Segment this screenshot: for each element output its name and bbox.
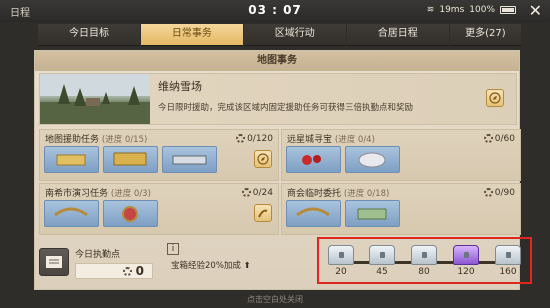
gear-icon (236, 134, 246, 143)
battery-icon (500, 6, 516, 14)
card-title: 南希市演习任务 (45, 189, 109, 199)
event-name: 维纳雪场 (158, 80, 202, 93)
chest-160[interactable]: 160 (492, 245, 524, 277)
gear-icon (122, 266, 132, 276)
chest-icon (495, 245, 521, 265)
chest-bonus-text: 宝箱经验20%加成 ⬆ (171, 261, 251, 271)
duty-points-label: 今日执勤点 (75, 250, 121, 260)
card-progress: (进度 0/15) (101, 135, 148, 145)
wifi-icon: ≋ (426, 5, 435, 15)
chest-icon (453, 245, 479, 265)
snowfield-thumbnail (40, 74, 150, 124)
card-count: 0/60 (494, 133, 515, 144)
duty-points: 今日执勤点 0 i (39, 243, 179, 283)
featured-event[interactable]: 维纳雪场 今日限时援助，完成该区域内固定援助任务可获得三倍执勤点和奖励 (39, 73, 517, 125)
item-banknotes[interactable] (345, 200, 400, 227)
item-device[interactable] (162, 146, 217, 173)
card-count: 0/90 (494, 187, 515, 198)
chest-120[interactable]: 120 (450, 245, 482, 277)
chest-threshold: 120 (457, 267, 475, 277)
status-indicators: ≋ 19ms 100% (427, 5, 516, 15)
chest-reward-track: 20 45 80 120 160 (317, 237, 532, 284)
info-button[interactable]: i (167, 243, 179, 255)
duty-points-value: 0 (75, 263, 153, 279)
card-progress: (进度 0/18) (343, 189, 390, 199)
ping-text: 19ms (439, 5, 465, 15)
card-title: 地图援助任务 (45, 135, 100, 145)
battery-text: 100% (469, 5, 495, 15)
gear-icon (483, 134, 493, 143)
compass-icon (489, 92, 501, 104)
item-gold-bars[interactable] (44, 146, 99, 173)
tab-today-goals[interactable]: 今日目标 (38, 24, 140, 46)
item-wings[interactable] (44, 200, 99, 227)
chest-threshold: 20 (335, 267, 347, 277)
event-description: 今日限时援助，完成该区域内固定援助任务可获得三倍执勤点和奖励 (158, 103, 414, 113)
chest-icon (369, 245, 395, 265)
chest-threshold: 80 (418, 267, 430, 277)
status-bar: 日程 03 : 07 ≋ 19ms 100% ✕ (0, 0, 550, 22)
card-go-button[interactable] (254, 204, 272, 222)
chest-icon (411, 245, 437, 265)
item-gold-bar[interactable] (103, 146, 158, 173)
item-wings[interactable] (286, 200, 341, 227)
card-treasure-hunt[interactable]: 远星城寻宝 (进度 0/4) 0/60 (281, 129, 521, 181)
chest-45[interactable]: 45 (366, 245, 398, 277)
dismiss-hint[interactable]: 点击空白处关闭 (0, 294, 550, 305)
tab-bar: 今日目标 日常事务 区域行动 合居日程 更多(27) (38, 24, 522, 46)
card-chamber-commission[interactable]: 商会临时委托 (进度 0/18) 0/90 (281, 183, 521, 235)
card-drill-mission[interactable]: 南希市演习任务 (进度 0/3) 0/24 (39, 183, 279, 235)
card-title: 商会临时委托 (287, 189, 342, 199)
chest-threshold: 160 (499, 267, 517, 277)
duty-points-number: 0 (135, 264, 144, 278)
card-progress: (进度 0/3) (110, 189, 151, 199)
chest-threshold: 45 (376, 267, 388, 277)
card-title: 远星城寻宝 (287, 135, 333, 145)
card-go-button[interactable] (254, 150, 272, 168)
compass-icon (257, 153, 269, 165)
card-count: 0/120 (247, 133, 273, 144)
tab-daily-affairs[interactable]: 日常事务 (140, 24, 243, 46)
map-affairs-panel: 地图事务 维纳雪场 今日限时援助，完成该区域内固定援助任务可获得三倍执勤点和奖励 (34, 50, 532, 290)
card-count: 0/24 (252, 187, 273, 198)
boomerang-icon (258, 209, 268, 218)
gear-icon (483, 188, 493, 197)
close-icon[interactable]: ✕ (529, 1, 542, 20)
tab-region-actions[interactable]: 区域行动 (243, 24, 346, 46)
chest-icon (328, 245, 354, 265)
chest-20[interactable]: 20 (325, 245, 357, 277)
tab-more[interactable]: 更多(27) (449, 24, 522, 46)
chest-80[interactable]: 80 (408, 245, 440, 277)
item-red-gems[interactable] (286, 146, 341, 173)
event-go-button[interactable] (486, 89, 504, 107)
panel-title: 地图事务 (35, 51, 519, 71)
gear-icon (241, 188, 251, 197)
card-map-assist[interactable]: 地图援助任务 (进度 0/15) 0/120 (39, 129, 279, 181)
item-pouch[interactable] (345, 146, 400, 173)
book-icon (39, 248, 69, 276)
tab-shared-schedule[interactable]: 合居日程 (346, 24, 449, 46)
card-progress: (进度 0/4) (334, 135, 375, 145)
item-badge[interactable] (103, 200, 158, 227)
